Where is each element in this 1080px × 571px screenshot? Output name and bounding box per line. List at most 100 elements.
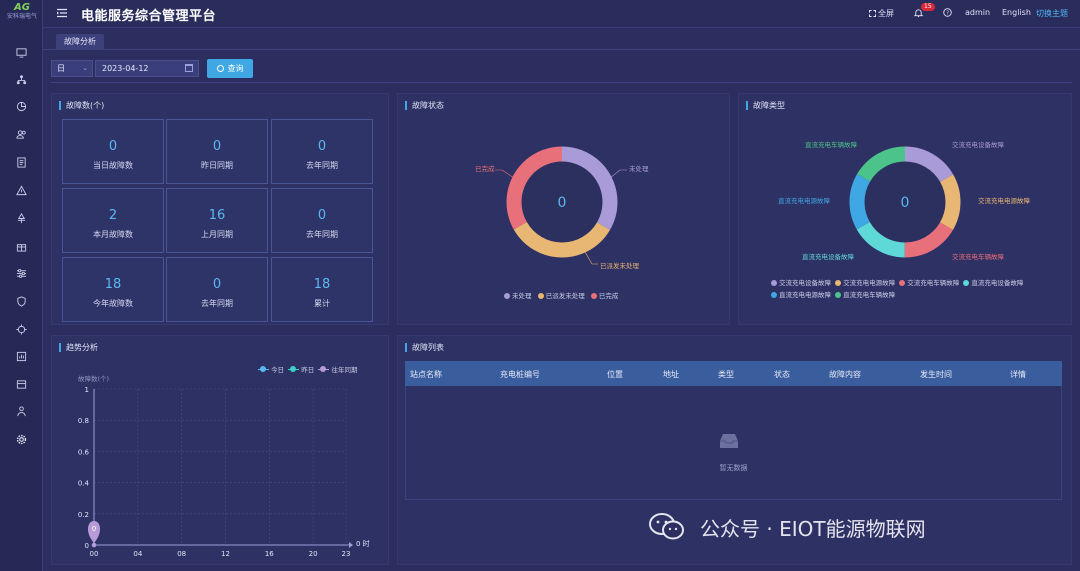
stat-card: 18 今年故障数 — [62, 257, 164, 322]
legend-dot — [963, 280, 970, 286]
legend-item[interactable]: 交流充电电源故障 — [835, 279, 895, 287]
legend-dot — [835, 292, 842, 298]
column-header[interactable]: 状态 — [774, 369, 790, 380]
stat-label: 去年同期 — [306, 161, 338, 170]
gear-icon[interactable] — [0, 429, 43, 449]
y-tick-label: 0.2 — [78, 511, 89, 519]
stat-card: 16 上月同期 — [166, 188, 268, 253]
legend-dot — [835, 280, 842, 286]
stat-label: 去年同期 — [306, 230, 338, 239]
legend-item[interactable]: 直流充电设备故障 — [963, 279, 1023, 287]
menu-toggle-icon[interactable] — [56, 7, 68, 19]
column-header[interactable]: 发生时间 — [920, 369, 952, 380]
period-select[interactable]: 日 ⌄ — [51, 60, 93, 77]
fault-status-panel: 故障状态 0 已完成 未处理 已派发未处理 未处理 已派发未处理 已完成 — [397, 93, 730, 325]
legend-item[interactable]: 已派发未处理 — [537, 292, 585, 300]
filter-bar: 日 ⌄ 2023-04-12 查询 — [43, 56, 1080, 82]
y-tick-label: 0.6 — [78, 448, 90, 456]
x-tick-label: 08 — [177, 550, 186, 558]
table-header: 站点名称 充电桩编号 位置 地址 类型 状态 故障内容 发生时间 详情 — [405, 361, 1062, 386]
column-header[interactable]: 充电桩编号 — [500, 369, 540, 380]
settings-sliders-icon[interactable] — [0, 263, 43, 283]
language-switch[interactable]: English — [1002, 8, 1031, 17]
help-icon[interactable]: ? — [943, 8, 952, 19]
fault-count-panel: 故障数(个) 0 当日故障数 0 昨日同期 0 去年同期 2 本月故障数 16 上月同期 … — [51, 93, 389, 325]
stat-value: 0 — [212, 277, 222, 292]
x-tick-label: 16 — [265, 550, 274, 558]
tab-bar: 故障分析 — [43, 28, 1080, 50]
donut-center-value: 0 — [901, 195, 910, 211]
document-icon[interactable] — [0, 152, 43, 172]
legend-label: 直流充电车辆故障 — [843, 291, 896, 299]
x-axis-unit: 0 时 — [356, 539, 370, 548]
gift-icon[interactable] — [0, 236, 43, 256]
report-icon[interactable] — [0, 346, 43, 366]
shield-icon[interactable] — [0, 291, 43, 311]
station-icon[interactable] — [0, 208, 43, 228]
query-label: 查询 — [227, 64, 244, 73]
org-icon[interactable] — [0, 401, 43, 421]
period-value: 日 — [57, 64, 65, 73]
column-header[interactable]: 类型 — [718, 369, 734, 380]
slice-label-completed: 已完成 — [475, 165, 495, 173]
legend-label: 已完成 — [598, 292, 619, 300]
y-tick-label: 0 — [85, 542, 89, 550]
fullscreen-button[interactable]: 全屏 — [869, 8, 894, 19]
column-header[interactable]: 地址 — [663, 369, 679, 380]
theme-switch[interactable]: 切换主题 — [1036, 8, 1068, 19]
stat-card: 0 去年同期 — [166, 257, 268, 322]
warning-icon[interactable] — [0, 180, 43, 200]
empty-inbox-icon — [720, 434, 738, 448]
column-header[interactable]: 位置 — [607, 369, 623, 380]
column-header[interactable]: 详情 — [1010, 369, 1026, 380]
logo-mark: AG — [14, 2, 30, 13]
card-icon[interactable] — [0, 374, 43, 394]
stat-value: 16 — [208, 208, 226, 223]
legend-item[interactable]: 未处理 — [504, 292, 532, 300]
search-icon — [216, 65, 224, 72]
monitor-icon[interactable] — [0, 42, 43, 62]
user-menu[interactable]: admin — [965, 8, 990, 17]
divider — [51, 82, 1072, 83]
stat-card: 0 去年同期 — [271, 188, 373, 253]
pie-icon[interactable] — [0, 96, 43, 116]
legend-dot — [537, 293, 544, 299]
stat-value: 18 — [313, 277, 331, 292]
calendar-icon — [185, 64, 193, 72]
legend-label: 直流充电电源故障 — [779, 291, 831, 299]
legend-dot — [771, 280, 777, 286]
stat-label: 去年同期 — [201, 299, 233, 308]
slice-label: 直流充电车辆故障 — [805, 141, 857, 149]
column-header[interactable]: 故障内容 — [829, 369, 861, 380]
column-header[interactable]: 站点名称 — [410, 369, 442, 380]
users-icon[interactable] — [0, 124, 43, 144]
data-point — [91, 542, 97, 548]
slice-label: 交流充电设备故障 — [952, 141, 1004, 149]
legend-item[interactable]: 交流充电车辆故障 — [899, 279, 959, 287]
slice-label: 直流充电设备故障 — [802, 253, 854, 261]
stat-card: 2 本月故障数 — [62, 188, 164, 253]
stat-label: 上月同期 — [201, 230, 233, 239]
watermark-text: 公众号 · EIOT能源物联网 — [700, 516, 926, 541]
empty-text: 暂无数据 — [719, 464, 748, 472]
tab-fault-analysis[interactable]: 故障分析 — [56, 34, 104, 50]
legend: 直流充电电源故障 直流充电车辆故障 — [771, 289, 895, 299]
legend-item[interactable]: 直流充电车辆故障 — [835, 291, 895, 299]
slice-label-unhandled: 未处理 — [629, 165, 649, 173]
stat-value: 0 — [317, 208, 327, 223]
legend-item[interactable]: 已完成 — [590, 292, 619, 300]
legend-item[interactable]: 交流充电设备故障 — [771, 279, 831, 287]
stat-label: 当日故障数 — [93, 161, 133, 170]
date-picker[interactable]: 2023-04-12 — [95, 60, 199, 77]
query-button[interactable]: 查询 — [207, 59, 253, 78]
legend-item[interactable]: 直流充电电源故障 — [771, 291, 831, 299]
donut-center-value: 0 — [558, 195, 567, 211]
topbar: 电能服务综合管理平台 全屏 15 ? admin English 切换主题 — [43, 0, 1080, 28]
legend-label: 直流充电设备故障 — [971, 279, 1024, 287]
trend-panel: 趋势分析 今日 昨日 往年同期 故障数(个) 1 0.8 0.6 0.4 0.2 0 00 0… — [51, 335, 389, 565]
topology-icon[interactable] — [0, 69, 43, 89]
legend-label: 交流充电设备故障 — [779, 279, 831, 287]
marker-value: 0 — [92, 525, 96, 533]
stat-value: 18 — [104, 277, 122, 292]
target-icon[interactable] — [0, 319, 43, 339]
